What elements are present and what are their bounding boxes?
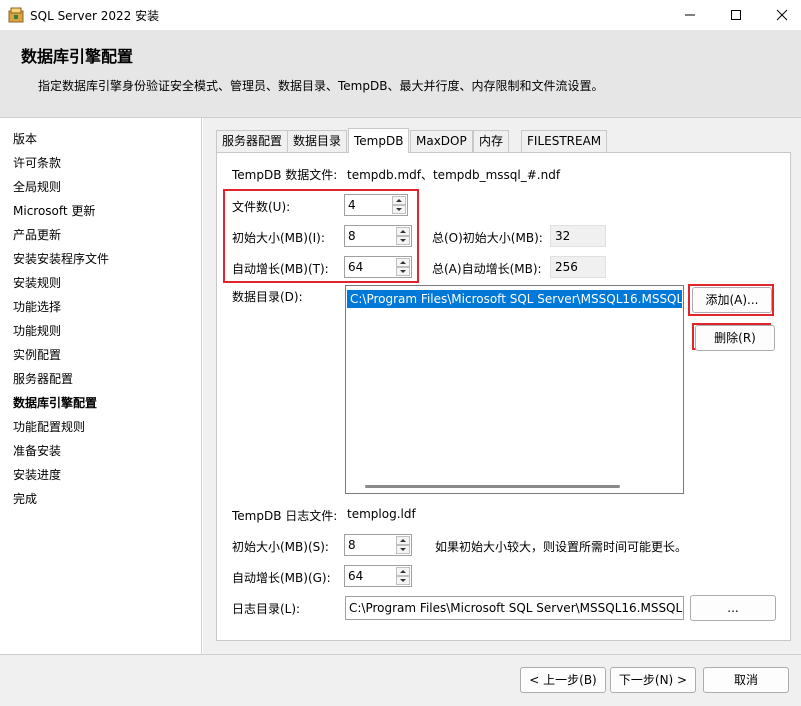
log-autogrow-label: 自动增长(MB)(G): [232, 571, 331, 585]
log-init-size-stepper[interactable]: 8 [344, 534, 412, 556]
sql-server-setup-icon [8, 7, 24, 23]
stepper-up-icon[interactable] [396, 536, 410, 545]
init-size-stepper[interactable]: 8 [344, 225, 412, 247]
add-data-dir-button[interactable]: 添加(A)... [692, 287, 772, 313]
nav-item-product-updates[interactable]: 产品更新 [13, 226, 61, 243]
nav-item-install-setup-files[interactable]: 安装安装程序文件 [13, 250, 109, 267]
total-init-size-label: 总(O)初始大小(MB): [432, 231, 543, 245]
maximize-icon [731, 10, 741, 20]
nav-item-ready-to-install[interactable]: 准备安装 [13, 442, 61, 459]
cancel-button[interactable]: 取消 [703, 667, 789, 693]
nav-item-database-engine-config[interactable]: 数据库引擎配置 [13, 394, 97, 411]
stepper-up-icon[interactable] [396, 258, 410, 267]
data-dir-list[interactable]: C:\Program Files\Microsoft SQL Server\MS… [345, 285, 684, 494]
scrollbar-thumb[interactable] [365, 485, 620, 488]
total-init-size-value: 32 [550, 225, 606, 247]
tab-data-directories[interactable]: 数据目录 [287, 130, 348, 152]
stepper-down-icon[interactable] [396, 236, 410, 245]
tab-server-config[interactable]: 服务器配置 [216, 130, 289, 152]
nav-item-complete[interactable]: 完成 [13, 490, 37, 507]
log-dir-input[interactable]: C:\Program Files\Microsoft SQL Server\MS… [345, 596, 684, 620]
nav-item-install-rules[interactable]: 安装规则 [13, 274, 61, 291]
tempdb-panel: TempDB 数据文件: tempdb.mdf、tempdb_mssql_#.n… [216, 152, 791, 641]
stepper-down-icon[interactable] [396, 545, 410, 554]
window-title: SQL Server 2022 安装 [30, 9, 160, 23]
page-title: 数据库引擎配置 [21, 47, 134, 66]
total-autogrow-value: 256 [550, 256, 606, 278]
log-file-value: templog.ldf [347, 507, 416, 521]
nav-item-license-terms[interactable]: 许可条款 [13, 154, 61, 171]
back-button[interactable]: < 上一步(B) [520, 667, 606, 693]
log-dir-label: 日志目录(L): [232, 602, 301, 616]
stepper-up-icon[interactable] [392, 196, 406, 205]
stepper-down-icon[interactable] [392, 205, 406, 214]
nav-item-feature-selection[interactable]: 功能选择 [13, 298, 61, 315]
title-bar: SQL Server 2022 安装 [0, 0, 801, 30]
minimize-icon [685, 14, 695, 16]
minimize-button[interactable] [667, 0, 713, 30]
nav-item-edition[interactable]: 版本 [13, 130, 37, 147]
stepper-down-icon[interactable] [396, 576, 410, 585]
step-navigation: 版本 许可条款 全局规则 Microsoft 更新 产品更新 安装安装程序文件 … [0, 118, 202, 654]
data-files-value: tempdb.mdf、tempdb_mssql_#.ndf [347, 168, 561, 182]
log-size-note: 如果初始大小较大，则设置所需时间可能更长。 [435, 540, 688, 554]
nav-item-instance-config[interactable]: 实例配置 [13, 346, 61, 363]
footer-bar: < 上一步(B) 下一步(N) > 取消 [0, 654, 801, 706]
data-files-label: TempDB 数据文件: [232, 168, 338, 182]
nav-item-feature-config-rules[interactable]: 功能配置规则 [13, 418, 85, 435]
nav-item-server-config[interactable]: 服务器配置 [13, 370, 73, 387]
tab-maxdop[interactable]: MaxDOP [410, 130, 473, 152]
nav-item-global-rules[interactable]: 全局规则 [13, 178, 61, 195]
log-file-label: TempDB 日志文件: [232, 509, 338, 523]
stepper-up-icon[interactable] [396, 567, 410, 576]
tab-tempdb[interactable]: TempDB [348, 128, 410, 153]
log-init-size-label: 初始大小(MB)(S): [232, 540, 329, 554]
total-autogrow-label: 总(A)自动增长(MB): [432, 262, 542, 276]
autogrow-stepper[interactable]: 64 [344, 256, 412, 278]
autogrow-label: 自动增长(MB)(T): [232, 262, 329, 276]
close-button[interactable] [759, 0, 801, 30]
close-icon [776, 9, 788, 21]
file-count-stepper[interactable]: 4 [344, 194, 408, 216]
page-description: 指定数据库引擎身份验证安全模式、管理员、数据目录、TempDB、最大并行度、内存… [38, 79, 604, 93]
page-header: 数据库引擎配置 指定数据库引擎身份验证安全模式、管理员、数据目录、TempDB、… [0, 30, 801, 118]
browse-log-dir-button[interactable]: ... [690, 595, 776, 621]
log-autogrow-stepper[interactable]: 64 [344, 565, 412, 587]
maximize-button[interactable] [713, 0, 759, 30]
data-dir-list-item[interactable]: C:\Program Files\Microsoft SQL Server\MS… [347, 290, 682, 308]
file-count-label: 文件数(U): [232, 200, 291, 214]
next-button[interactable]: 下一步(N) > [610, 667, 696, 693]
content-area: 服务器配置 数据目录 TempDB MaxDOP 内存 FILESTREAM T… [203, 118, 801, 654]
nav-item-install-progress[interactable]: 安装进度 [13, 466, 61, 483]
remove-data-dir-button[interactable]: 删除(R) [695, 325, 775, 351]
tab-filestream[interactable]: FILESTREAM [521, 130, 608, 152]
tab-memory[interactable]: 内存 [473, 130, 510, 152]
nav-item-microsoft-update[interactable]: Microsoft 更新 [13, 202, 95, 219]
stepper-down-icon[interactable] [396, 267, 410, 276]
data-dir-label: 数据目录(D): [232, 290, 303, 304]
stepper-up-icon[interactable] [396, 227, 410, 236]
horizontal-scrollbar[interactable] [347, 480, 682, 492]
init-size-label: 初始大小(MB)(I): [232, 231, 325, 245]
nav-item-feature-rules[interactable]: 功能规则 [13, 322, 61, 339]
